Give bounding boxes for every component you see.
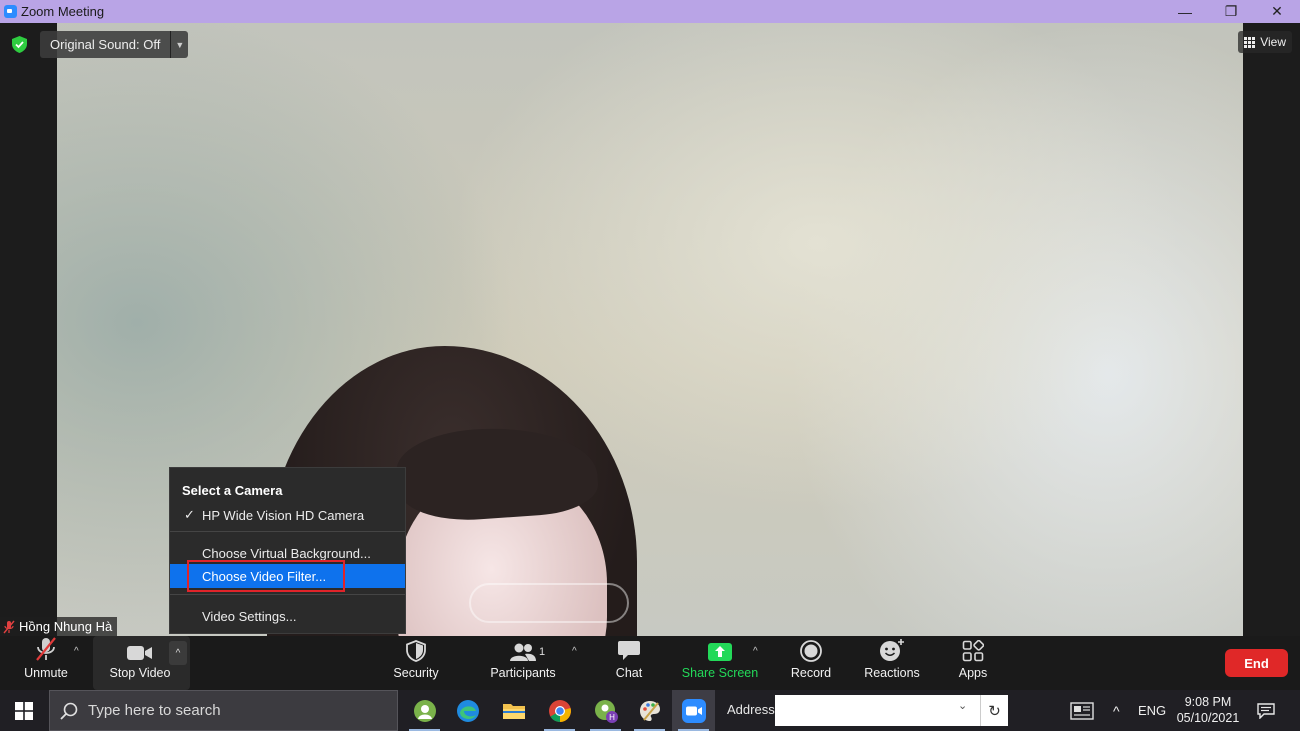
window-title: Zoom Meeting <box>21 4 105 19</box>
view-button[interactable]: View <box>1238 31 1292 53</box>
maximize-button[interactable]: ❐ <box>1208 0 1254 23</box>
zoom-icon <box>681 698 706 723</box>
encryption-shield-icon[interactable] <box>12 36 27 53</box>
minimize-button[interactable]: — <box>1162 0 1208 23</box>
camera-menu: Select a Camera ✓ HP Wide Vision HD Came… <box>169 467 406 634</box>
taskbar-app-edge[interactable] <box>446 690 489 731</box>
apps-label: Apps <box>958 666 988 680</box>
folder-icon <box>502 703 525 719</box>
chevron-down-icon[interactable]: ▼ <box>170 31 189 58</box>
record-icon <box>800 640 822 662</box>
mic-muted-icon <box>3 620 15 633</box>
taskbar-app-chrome[interactable] <box>538 690 581 731</box>
video-camera-icon <box>127 646 152 660</box>
address-dropdown-icon[interactable]: ⌄ <box>958 699 967 712</box>
unmute-label: Unmute <box>24 666 68 680</box>
taskbar-app-profile[interactable]: H <box>584 690 627 731</box>
participants-button[interactable]: Participants <box>488 636 558 690</box>
chrome-browser-icon <box>548 699 571 722</box>
close-button[interactable]: ✕ <box>1254 0 1300 23</box>
reactions-button[interactable]: Reactions <box>863 636 921 690</box>
share-screen-icon <box>708 643 732 661</box>
security-label: Security <box>393 666 439 680</box>
participant-name-tag: Hồng Nhung Hà <box>0 617 118 636</box>
menu-divider <box>170 531 405 532</box>
start-button[interactable] <box>0 690 48 731</box>
unmute-button[interactable]: Unmute <box>18 636 74 690</box>
chat-label: Chat <box>615 666 643 680</box>
menu-item-camera[interactable]: ✓ HP Wide Vision HD Camera <box>170 503 405 527</box>
news-icon <box>1070 701 1094 720</box>
menu-item-label: Video Settings... <box>202 608 297 624</box>
language-indicator[interactable]: ENG <box>1138 690 1166 731</box>
participants-label: Participants <box>490 666 556 680</box>
taskbar-app-file-explorer[interactable] <box>492 690 535 731</box>
clock-time: 9:08 PM <box>1184 695 1232 709</box>
tray-overflow-chevron-icon[interactable]: ^ <box>1113 690 1120 731</box>
menu-divider <box>170 594 405 595</box>
notification-icon <box>1257 702 1275 719</box>
windows-taskbar: Type here to search H Address ⌄ ↻ ^ ENG … <box>0 690 1300 731</box>
clock-date: 05/10/2021 <box>1176 711 1240 725</box>
window-controls: — ❐ ✕ <box>1162 0 1300 23</box>
participants-count: 1 <box>539 646 546 658</box>
participant-name: Hồng Nhung Hà <box>19 619 113 634</box>
address-toolbar-label: Address <box>727 702 775 717</box>
security-button[interactable]: Security <box>390 636 442 690</box>
reactions-label: Reactions <box>864 666 920 680</box>
end-meeting-button[interactable]: End <box>1225 649 1288 677</box>
reactions-smiley-icon <box>880 639 904 661</box>
apps-icon <box>962 640 984 662</box>
zoom-app-icon <box>4 5 17 18</box>
record-label: Record <box>790 666 832 680</box>
chat-button[interactable]: Chat <box>612 636 646 690</box>
video-options-caret-icon[interactable]: ^ <box>169 641 187 665</box>
share-screen-button[interactable]: Share Screen <box>682 636 758 690</box>
grid-view-icon <box>1244 36 1256 48</box>
share-screen-label: Share Screen <box>681 666 759 680</box>
taskbar-app-zoom[interactable] <box>672 690 715 731</box>
app-profile-icon: H <box>594 699 618 723</box>
taskbar-app-paint[interactable] <box>628 690 671 731</box>
apps-button[interactable]: Apps <box>955 636 991 690</box>
app-people-icon <box>413 699 436 722</box>
refresh-icon[interactable]: ↻ <box>980 695 1008 726</box>
original-sound-control[interactable]: Original Sound: Off ▼ <box>40 31 189 58</box>
participant-glasses <box>469 583 629 623</box>
notification-center-icon[interactable] <box>1257 690 1275 731</box>
taskbar-app-people[interactable] <box>403 690 446 731</box>
stop-video-label: Stop Video <box>109 666 171 680</box>
windows-logo-icon <box>15 701 33 720</box>
view-label: View <box>1260 35 1286 49</box>
taskbar-search-box[interactable]: Type here to search <box>49 690 398 731</box>
participants-caret-icon[interactable]: ^ <box>572 646 577 657</box>
search-icon <box>60 702 78 720</box>
audio-options-caret-icon[interactable]: ^ <box>74 646 79 657</box>
paint-palette-icon <box>639 700 660 721</box>
share-options-caret-icon[interactable]: ^ <box>753 646 758 657</box>
security-shield-icon <box>406 640 426 662</box>
stop-video-button[interactable]: Stop Video <box>105 636 175 690</box>
mic-off-icon <box>36 637 56 661</box>
svg-text:H: H <box>609 713 615 722</box>
meeting-toolbar: Unmute ^ Stop Video ^ Security Participa… <box>0 636 1300 690</box>
search-placeholder: Type here to search <box>88 702 221 719</box>
menu-heading: Select a Camera <box>182 483 283 498</box>
menu-item-video-settings[interactable]: Video Settings... <box>170 604 405 628</box>
address-input[interactable] <box>775 695 1008 726</box>
annotation-highlight-box <box>187 560 345 592</box>
menu-item-label: Choose Virtual Background... <box>202 545 371 561</box>
original-sound-button[interactable]: Original Sound: Off <box>40 31 171 58</box>
system-clock[interactable]: 9:08 PM 05/10/2021 <box>1168 694 1248 726</box>
edge-browser-icon <box>456 699 479 722</box>
window-title-bar: Zoom Meeting — ❐ ✕ <box>0 0 1300 23</box>
news-widget-icon[interactable] <box>1070 690 1094 731</box>
chat-bubble-icon <box>618 641 640 660</box>
menu-item-label: HP Wide Vision HD Camera <box>202 507 365 523</box>
checkmark-icon: ✓ <box>184 507 195 522</box>
record-button[interactable]: Record <box>788 636 834 690</box>
participants-icon <box>510 643 536 661</box>
